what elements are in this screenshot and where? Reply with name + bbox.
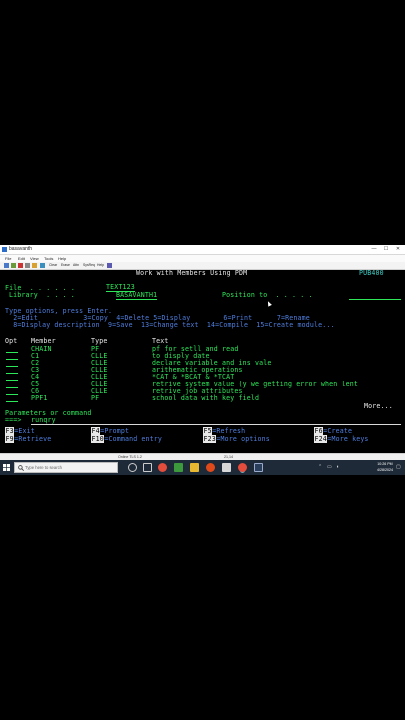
options-line-2: 8=Display description 9=Save 13=Change t…: [5, 321, 335, 329]
member-text: *CAT & *BCAT & *TCAT: [152, 373, 235, 381]
clear-icon[interactable]: [40, 263, 45, 268]
fkey-f10-label: =Command entry: [104, 435, 163, 443]
tray-chevron-icon[interactable]: ⌃: [318, 462, 322, 473]
fkey-f5-key: F5: [203, 427, 213, 435]
paste-icon[interactable]: [11, 263, 16, 268]
fkey-f5[interactable]: F5=Refresh: [203, 427, 246, 435]
task-view-icon[interactable]: [143, 463, 152, 472]
maximize-button[interactable]: ☐: [380, 245, 392, 254]
command-input[interactable]: runqry: [31, 417, 56, 424]
app-icon: [2, 247, 7, 252]
window-title: basavanth: [9, 246, 33, 252]
toolbar: Clear Erase Attn SysReq Help: [0, 262, 405, 270]
fkey-f6-key: F6: [314, 427, 324, 435]
toolbar-sysreq[interactable]: SysReq: [83, 262, 95, 269]
toolbar-erase[interactable]: Erase: [61, 262, 70, 269]
disconnect-icon[interactable]: [18, 263, 23, 268]
command-line-underline: [31, 424, 401, 425]
keyboard-icon[interactable]: [32, 263, 37, 268]
macro-icon[interactable]: [107, 263, 112, 268]
menu-edit[interactable]: Edit: [18, 255, 25, 262]
fkey-f10-key: F10: [91, 435, 105, 443]
toolbar-attn[interactable]: Attn: [73, 262, 79, 269]
search-placeholder: Type here to search: [25, 465, 63, 470]
library-label: Library . . . .: [9, 291, 75, 299]
clock-date: 4/28/2024: [377, 468, 393, 472]
fkey-f24-label: =More keys: [327, 435, 369, 443]
fkey-f5-label: =Refresh: [212, 427, 246, 435]
opt-input[interactable]: [6, 380, 18, 381]
opt-input[interactable]: [6, 387, 18, 388]
col-header-member: Member: [31, 337, 56, 345]
taskbar-search[interactable]: Type here to search: [14, 462, 118, 473]
menu-help[interactable]: Help: [58, 255, 66, 262]
fkey-f4-key: F4: [91, 427, 101, 435]
position-label: Position to . . . . .: [222, 291, 313, 299]
command-prompt: ===>: [5, 416, 22, 424]
taskbar: Type here to search ⌃ ▭ ◖ 10:26 PM 4/28/…: [0, 460, 405, 475]
fkey-f24[interactable]: F24=More keys: [314, 435, 369, 443]
more-indicator: More...: [364, 402, 393, 410]
fkey-f9-key: F9: [5, 435, 15, 443]
window-title-bar: basavanth — ☐ ✕: [0, 245, 405, 255]
print-icon[interactable]: [25, 263, 30, 268]
network-icon[interactable]: ▭: [327, 462, 332, 473]
excel-icon[interactable]: [174, 463, 183, 472]
library-input[interactable]: BASAVANTH1: [116, 292, 158, 300]
menu-file[interactable]: File: [5, 255, 11, 262]
chrome-active-icon[interactable]: [238, 463, 247, 472]
volume-icon[interactable]: ◖: [336, 462, 339, 473]
copy-icon[interactable]: [4, 263, 9, 268]
taskbar-clock[interactable]: 10:26 PM 4/28/2024: [377, 461, 393, 473]
fkey-f4-label: =Prompt: [100, 427, 130, 435]
member-type: PF: [91, 394, 100, 402]
menu-view[interactable]: View: [30, 255, 39, 262]
notepad-icon[interactable]: [222, 463, 231, 472]
terminal-screen: Work with Members Using PDM PUB400 File …: [0, 270, 405, 453]
opt-input[interactable]: [6, 352, 18, 353]
fkey-f4[interactable]: F4=Prompt: [91, 427, 130, 435]
chrome-icon[interactable]: [158, 463, 167, 472]
opt-input[interactable]: [6, 359, 18, 360]
file-explorer-icon[interactable]: [190, 463, 199, 472]
col-header-opt: Opt: [5, 337, 18, 345]
menu-tools[interactable]: Tools: [44, 255, 53, 262]
fkey-f6-label: =Create: [323, 427, 353, 435]
close-button[interactable]: ✕: [392, 245, 404, 254]
windows-start-icon[interactable]: [3, 464, 10, 471]
screen-title: Work with Members Using PDM: [136, 270, 248, 277]
terminal-app-icon[interactable]: [254, 463, 263, 472]
toolbar-clear[interactable]: Clear: [49, 262, 57, 269]
fkey-f10[interactable]: F10=Command entry: [91, 435, 163, 443]
fkey-f9-label: =Retrieve: [14, 435, 52, 443]
fkey-f9[interactable]: F9=Retrieve: [5, 435, 52, 443]
col-header-text: Text: [152, 337, 169, 345]
member-name: PPF1: [31, 394, 48, 402]
opt-input[interactable]: [6, 366, 18, 367]
system-name: PUB400: [359, 270, 384, 277]
fkey-f3-key: F3: [5, 427, 15, 435]
fkey-f3[interactable]: F3=Exit: [5, 427, 35, 435]
toolbar-help[interactable]: Help: [97, 262, 104, 269]
opt-input[interactable]: [6, 373, 18, 374]
cortana-icon[interactable]: [128, 463, 137, 472]
position-input[interactable]: [349, 299, 401, 300]
member-text: school data with key field: [152, 394, 260, 402]
minimize-button[interactable]: —: [368, 245, 380, 254]
opt-input[interactable]: [6, 394, 18, 395]
notification-icon[interactable]: ▢: [396, 462, 401, 473]
opt-input[interactable]: [6, 401, 18, 402]
fkey-f6[interactable]: F6=Create: [314, 427, 353, 435]
fkey-f24-key: F24: [314, 435, 328, 443]
firefox-icon[interactable]: [206, 463, 215, 472]
fkey-f23-key: F23: [203, 435, 217, 443]
fkey-f23[interactable]: F23=More options: [203, 435, 270, 443]
col-header-type: Type: [91, 337, 108, 345]
fkey-f23-label: =More options: [216, 435, 270, 443]
menu-bar: File Edit View Tools Help: [0, 255, 405, 262]
search-icon: [18, 465, 24, 471]
fkey-f3-label: =Exit: [14, 427, 35, 435]
